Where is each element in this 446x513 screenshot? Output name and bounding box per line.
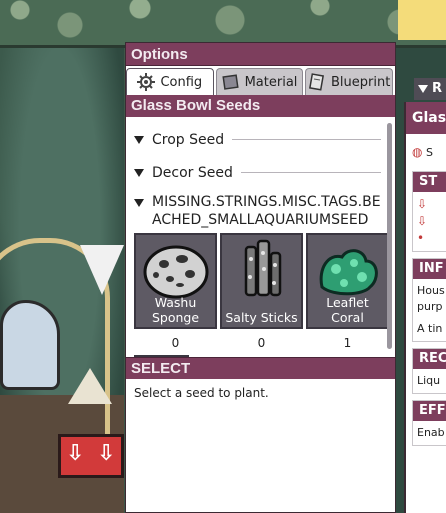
salty-sticks-icon (244, 239, 282, 297)
seed-grid: Washu Sponge 0 Salty Sticks 0 Leaflet Co… (134, 233, 389, 350)
gear-icon (137, 73, 156, 91)
section-header: ST (413, 172, 446, 192)
collapse-arrow-icon (134, 168, 144, 177)
seed-card[interactable]: Washu Sponge (134, 233, 217, 329)
detail-panel: Glass ◍ S ST ⇩ ⇩ • INF Hous purp A tin R… (404, 102, 446, 513)
seed-card[interactable]: Leaflet Coral (306, 233, 389, 329)
seed-salty-sticks[interactable]: Salty Sticks 0 (220, 233, 303, 350)
info-line: purp (417, 300, 443, 313)
tab-blueprint[interactable]: Blueprint (305, 68, 394, 95)
seed-name: Leaflet Coral (326, 295, 369, 325)
tab-material[interactable]: Material (215, 68, 304, 95)
section-header: INF (413, 259, 446, 279)
seed-washu-sponge[interactable]: Washu Sponge 0 (134, 233, 217, 350)
divider (232, 139, 381, 140)
divider (240, 172, 381, 173)
detail-section-status: ST ⇩ ⇩ • (412, 171, 446, 252)
seed-count: 1 (343, 336, 352, 350)
effect-text: Enab (417, 426, 445, 439)
collapse-arrow-icon (418, 84, 428, 93)
tab-config[interactable]: Config (126, 68, 214, 95)
section-header: EFF (413, 401, 446, 421)
duplicant-sprite (0, 300, 60, 390)
scrollbar-thumb[interactable] (387, 123, 392, 349)
seed-section-title: Glass Bowl Seeds (126, 95, 395, 117)
detail-section-effects: EFF Enab (412, 400, 446, 446)
detail-section-requirements: REC Liqu (412, 348, 446, 394)
material-icon (221, 73, 240, 91)
storage-overlay-icon[interactable]: ⇩ ⇩ (58, 434, 124, 478)
ceiling-highlight (398, 0, 446, 40)
options-panel: Options Config Material Blueprint Glass … (125, 42, 396, 513)
seed-leaflet-coral[interactable]: Leaflet Coral 1 (306, 233, 389, 350)
tab-material-label: Material (244, 74, 298, 90)
bullet-icon: • (417, 231, 425, 245)
seed-card-partial (134, 355, 189, 357)
seed-name: Washu Sponge (151, 295, 200, 325)
seed-card[interactable]: Salty Sticks (220, 233, 303, 329)
category-decor-seed[interactable]: Decor Seed (134, 156, 381, 189)
world-marker-down (80, 245, 124, 295)
download-icon: ⇩ (417, 214, 428, 228)
tab-config-label: Config (160, 74, 203, 90)
sponge-icon (143, 245, 209, 299)
category-crop-seed[interactable]: Crop Seed (134, 123, 381, 156)
info-line: Hous (417, 284, 445, 297)
category-label: Crop Seed (152, 131, 225, 148)
tab-blueprint-label: Blueprint (331, 74, 391, 90)
collapse-arrow-icon (134, 199, 144, 207)
detail-tab-label: R (432, 81, 443, 96)
options-header: Options (126, 43, 395, 66)
status-list: ⇩ ⇩ • (413, 192, 446, 251)
seed-name: Salty Sticks (225, 310, 298, 325)
seed-count: 0 (171, 336, 180, 350)
info-text: Hous purp A tin (413, 279, 446, 341)
detail-title: Glass (406, 102, 446, 134)
lifebuoy-icon: ◍ (412, 145, 423, 159)
storage-icon: ⇩ (417, 197, 428, 211)
world-marker-up (68, 368, 112, 404)
select-description: Select a seed to plant. (134, 386, 269, 400)
seed-list-scrollbar[interactable] (387, 123, 392, 349)
detail-row-label: S (425, 146, 433, 159)
info-line: A tin (417, 322, 443, 335)
requirement-link[interactable]: Liqu (413, 369, 446, 393)
detail-row: ◍ S (408, 140, 446, 165)
section-header: REC (413, 349, 446, 369)
collapse-arrow-icon (134, 135, 144, 144)
seed-list: Crop Seed Decor Seed MISSING.STRINGS.MIS… (126, 117, 395, 357)
blueprint-icon (308, 73, 326, 91)
category-label: Decor Seed (152, 164, 233, 181)
options-tabs: Config Material Blueprint (126, 66, 395, 95)
detail-section-info: INF Hous purp A tin (412, 258, 446, 342)
coral-icon (319, 249, 378, 296)
seed-count: 0 (257, 336, 266, 350)
select-header: SELECT (126, 357, 395, 379)
cave-ceiling (0, 0, 446, 48)
category-label: MISSING.STRINGS.MISC.TAGS.BEACHED_SMALLA… (152, 194, 381, 228)
detail-collapse-tab[interactable]: R (414, 78, 446, 100)
category-aquarium-seed[interactable]: MISSING.STRINGS.MISC.TAGS.BEACHED_SMALLA… (134, 189, 381, 229)
